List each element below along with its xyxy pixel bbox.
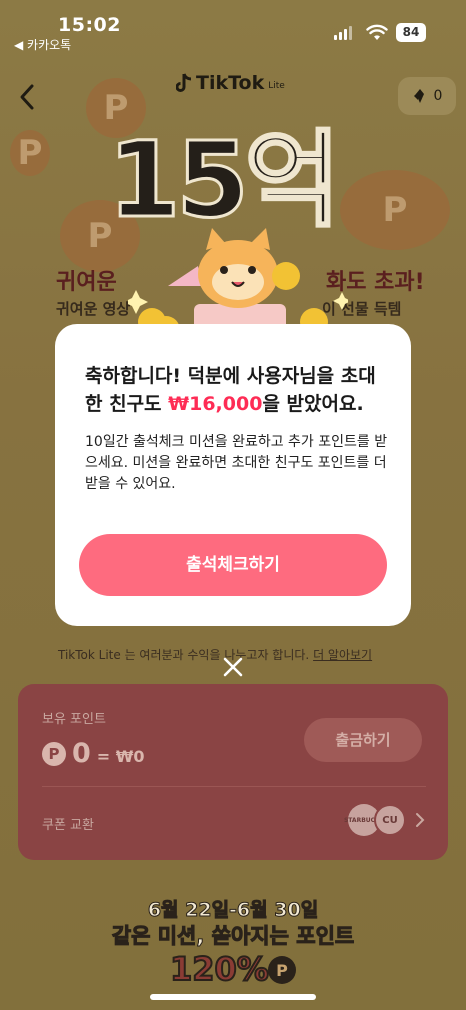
points-card: 보유 포인트 P 0 = ₩0 출금하기 쿠폰 교환 STARBUCKS CU <box>18 684 448 860</box>
diamond-icon <box>413 89 424 103</box>
points-value: 0 <box>72 738 91 769</box>
hero-subline-left: 귀여운 <box>56 270 117 295</box>
cellular-signal-icon <box>334 26 352 40</box>
back-arrow-icon[interactable] <box>14 80 42 114</box>
cu-logo: CU <box>374 804 406 836</box>
coin-decoration <box>340 170 450 250</box>
reward-amount: ₩16,000 <box>168 393 263 415</box>
revenue-share-notice: TikTok Lite 는 여러분과 수익을 나누고자 합니다. 더 알아보기 <box>58 646 372 663</box>
chevron-right-icon[interactable] <box>414 812 426 828</box>
point-coin-icon: P <box>42 741 66 766</box>
tiktok-lite-logo: TikTok Lite <box>176 72 285 94</box>
points-count: 0 <box>433 88 443 104</box>
promo-dates: 6월 22일-6월 30일 <box>147 899 319 922</box>
battery-indicator: 84 <box>396 23 426 42</box>
status-bar: 15:02 ◀ 카카오톡 84 <box>0 0 466 56</box>
points-pill[interactable]: 0 <box>398 77 456 115</box>
points-label: 보유 포인트 <box>42 712 106 727</box>
tiktok-note-icon <box>176 73 192 92</box>
modal-title-suffix: 을 받았어요. <box>262 393 364 415</box>
back-to-app-link[interactable]: ◀ 카카오톡 <box>14 36 71 53</box>
wifi-icon <box>366 24 388 40</box>
card-divider <box>42 786 426 787</box>
status-time: 15:02 <box>58 14 121 36</box>
hero-headline: 15억 <box>106 119 341 241</box>
withdraw-button[interactable]: 출금하기 <box>304 718 422 762</box>
logo-suffix: Lite <box>268 81 285 91</box>
notice-text: TikTok Lite 는 여러분과 수익을 나누고자 합니다. <box>58 648 310 662</box>
promo-headline: 같은 미션, 쏟아지는 포인트 <box>111 924 355 949</box>
promo-percent: 120% <box>169 949 270 989</box>
logo-text: TikTok <box>196 72 265 94</box>
points-balance: P 0 = ₩0 <box>42 738 145 769</box>
modal-body-text: 10일간 출석체크 미션을 완료하고 추가 포인트를 받으세요. 미션을 완료하… <box>85 434 388 492</box>
learn-more-link[interactable]: 더 알아보기 <box>313 648 372 662</box>
coupon-exchange-link[interactable]: 쿠폰 교환 <box>42 814 94 833</box>
coin-decoration <box>10 130 50 176</box>
check-in-button[interactable]: 출석체크하기 <box>79 534 387 596</box>
promo-coin-icon: P <box>268 956 296 984</box>
invite-reward-modal: 축하합니다! 덕분에 사용자님을 초대한 친구도 ₩16,000을 받았어요. … <box>55 324 411 626</box>
page-background: 15:02 ◀ 카카오톡 84 TikTok Lite 0 15억 귀여운 화도… <box>0 0 466 1010</box>
modal-title: 축하합니다! 덕분에 사용자님을 초대한 친구도 ₩16,000을 받았어요. <box>85 362 385 418</box>
home-indicator[interactable] <box>150 994 316 1000</box>
points-won-value: = ₩0 <box>96 747 145 766</box>
hero-caption-left: 귀여운 영상 <box>56 300 131 318</box>
close-icon[interactable] <box>222 656 244 678</box>
